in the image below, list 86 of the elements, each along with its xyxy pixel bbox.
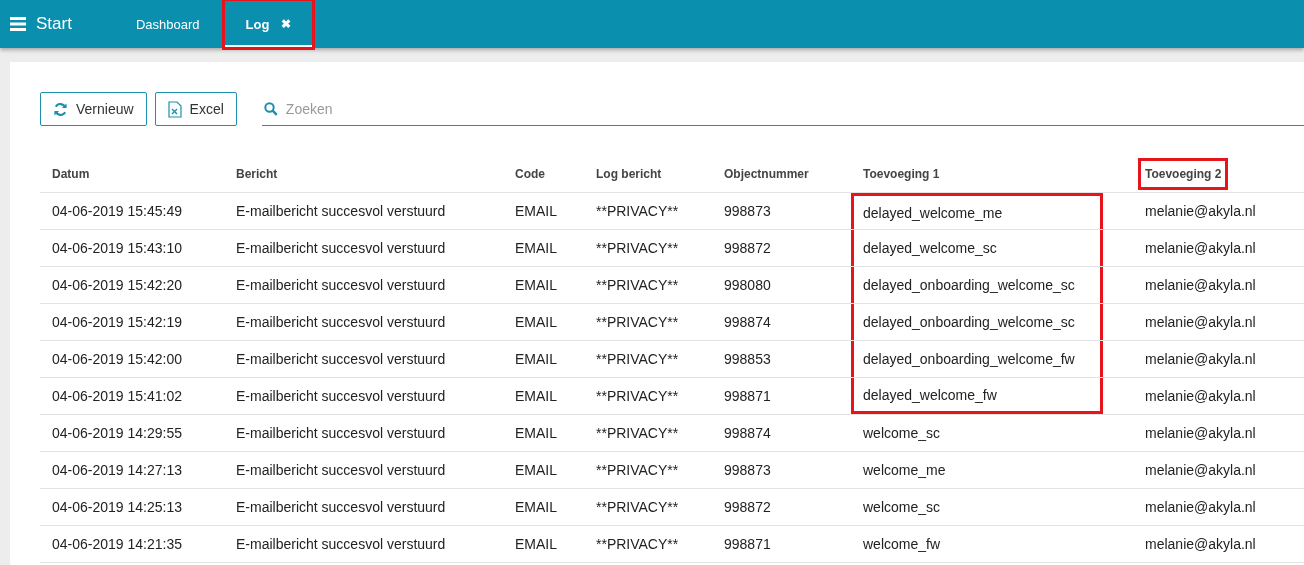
tab[interactable]: Dashboard [123, 0, 212, 48]
table-cell-text: E-mailbericht succesvol verstuurd [235, 202, 447, 221]
table-cell-text: **PRIVACY** [595, 461, 680, 480]
table-cell-text: **PRIVACY** [595, 424, 680, 443]
table-cell-text: 04-06-2019 14:21:35 [51, 535, 183, 554]
table-cell-text: welcome_sc [862, 498, 942, 517]
table-cell-text: EMAIL [514, 498, 558, 517]
table-cell-text: E-mailbericht succesvol verstuurd [235, 276, 447, 295]
table-cell-text: EMAIL [514, 313, 558, 332]
table-cell-text: EMAIL [514, 424, 558, 443]
table-cell-text: 04-06-2019 14:29:55 [51, 424, 183, 443]
table-cell-text: 04-06-2019 15:42:19 [51, 313, 183, 332]
table-cell-text: 998872 [723, 498, 772, 517]
table-cell-text: melanie@akyla.nl [1144, 239, 1257, 258]
table-cell-text: E-mailbericht succesvol verstuurd [235, 387, 447, 406]
column-header[interactable]: Objectnummer [720, 161, 813, 187]
table-cell-text: **PRIVACY** [595, 202, 680, 221]
table-cell-text: EMAIL [514, 202, 558, 221]
table-cell-text: 04-06-2019 15:42:00 [51, 350, 183, 369]
table-cell-text: 04-06-2019 14:25:13 [51, 498, 183, 517]
table-cell-text: 998874 [723, 424, 772, 443]
table-cell-text: E-mailbericht succesvol verstuurd [235, 239, 447, 258]
refresh-button[interactable]: Vernieuw [40, 92, 147, 126]
table-cell-text: melanie@akyla.nl [1144, 276, 1257, 295]
table-cell-text: **PRIVACY** [595, 350, 680, 369]
table-cell-text: EMAIL [514, 461, 558, 480]
close-icon[interactable]: ✖ [281, 17, 292, 31]
table-cell-text: 998873 [723, 202, 772, 221]
table-cell: delayed_welcome_me [851, 193, 1103, 229]
table-cell-text: **PRIVACY** [595, 535, 680, 554]
table-cell-text: 04-06-2019 15:45:49 [51, 202, 183, 221]
table-cell-text: E-mailbericht succesvol verstuurd [235, 535, 447, 554]
excel-button[interactable]: Excel [154, 92, 237, 126]
table-cell-text: melanie@akyla.nl [1144, 387, 1257, 406]
spreadsheet-file-icon [167, 100, 182, 118]
menu-icon[interactable] [10, 17, 26, 31]
column-header[interactable]: Datum [48, 161, 94, 187]
column-header[interactable]: Code [511, 161, 549, 187]
table-cell: delayed_welcome_sc [851, 230, 1103, 266]
table-cell: delayed_onboarding_welcome_sc [851, 304, 1103, 340]
table-cell-text: melanie@akyla.nl [1144, 424, 1257, 443]
table-cell-text: **PRIVACY** [595, 276, 680, 295]
table-cell-text: 998872 [723, 239, 772, 258]
table-cell-text: **PRIVACY** [595, 313, 680, 332]
table-cell: delayed_welcome_fw [851, 378, 1103, 414]
table-cell-text: 04-06-2019 15:41:02 [51, 387, 183, 406]
tab[interactable]: Log ✖ [223, 0, 314, 48]
app-title[interactable]: Start [36, 14, 72, 34]
table-cell-text: E-mailbericht succesvol verstuurd [235, 350, 447, 369]
table-cell-text: welcome_sc [862, 424, 942, 443]
table-cell: delayed_onboarding_welcome_fw [851, 341, 1103, 377]
table-cell-text: **PRIVACY** [595, 239, 680, 258]
table-cell-text: melanie@akyla.nl [1144, 202, 1257, 221]
table-cell-text: 04-06-2019 15:42:20 [51, 276, 183, 295]
table-cell-text: EMAIL [514, 239, 558, 258]
table-cell-text: 998871 [723, 535, 772, 554]
table-cell-text: welcome_me [862, 461, 947, 480]
table-cell-text: melanie@akyla.nl [1144, 313, 1257, 332]
column-header[interactable]: Toevoeging 2 [1141, 161, 1226, 187]
table-cell-text: 998853 [723, 350, 772, 369]
column-header[interactable]: Bericht [232, 161, 282, 187]
column-header[interactable]: Log bericht [592, 161, 666, 187]
table-cell-text: 04-06-2019 15:43:10 [51, 239, 183, 258]
table-cell-text: EMAIL [514, 276, 558, 295]
table-cell-text: 998873 [723, 461, 772, 480]
table-cell-text: 998874 [723, 313, 772, 332]
table-cell-text: EMAIL [514, 535, 558, 554]
refresh-icon [53, 101, 68, 117]
table-cell-text: **PRIVACY** [595, 498, 680, 517]
table-cell-text: welcome_fw [862, 535, 942, 554]
table-cell-text: E-mailbericht succesvol verstuurd [235, 498, 447, 517]
table-cell-text: 04-06-2019 14:27:13 [51, 461, 183, 480]
table-cell-text: E-mailbericht succesvol verstuurd [235, 313, 447, 332]
table-cell-text: **PRIVACY** [595, 387, 680, 406]
column-header[interactable]: Toevoeging 1 [859, 161, 944, 187]
table-cell-text: 998080 [723, 276, 772, 295]
table-cell-text: melanie@akyla.nl [1144, 535, 1257, 554]
table-cell-text: 998871 [723, 387, 772, 406]
table-cell-text: melanie@akyla.nl [1144, 461, 1257, 480]
table-cell-text: melanie@akyla.nl [1144, 498, 1257, 517]
table-cell-text: E-mailbericht succesvol verstuurd [235, 424, 447, 443]
table-cell-text: melanie@akyla.nl [1144, 350, 1257, 369]
table-cell-text: EMAIL [514, 387, 558, 406]
table-cell: delayed_onboarding_welcome_sc [851, 267, 1103, 303]
table-cell-text: E-mailbericht succesvol verstuurd [235, 461, 447, 480]
table-cell-text: EMAIL [514, 350, 558, 369]
